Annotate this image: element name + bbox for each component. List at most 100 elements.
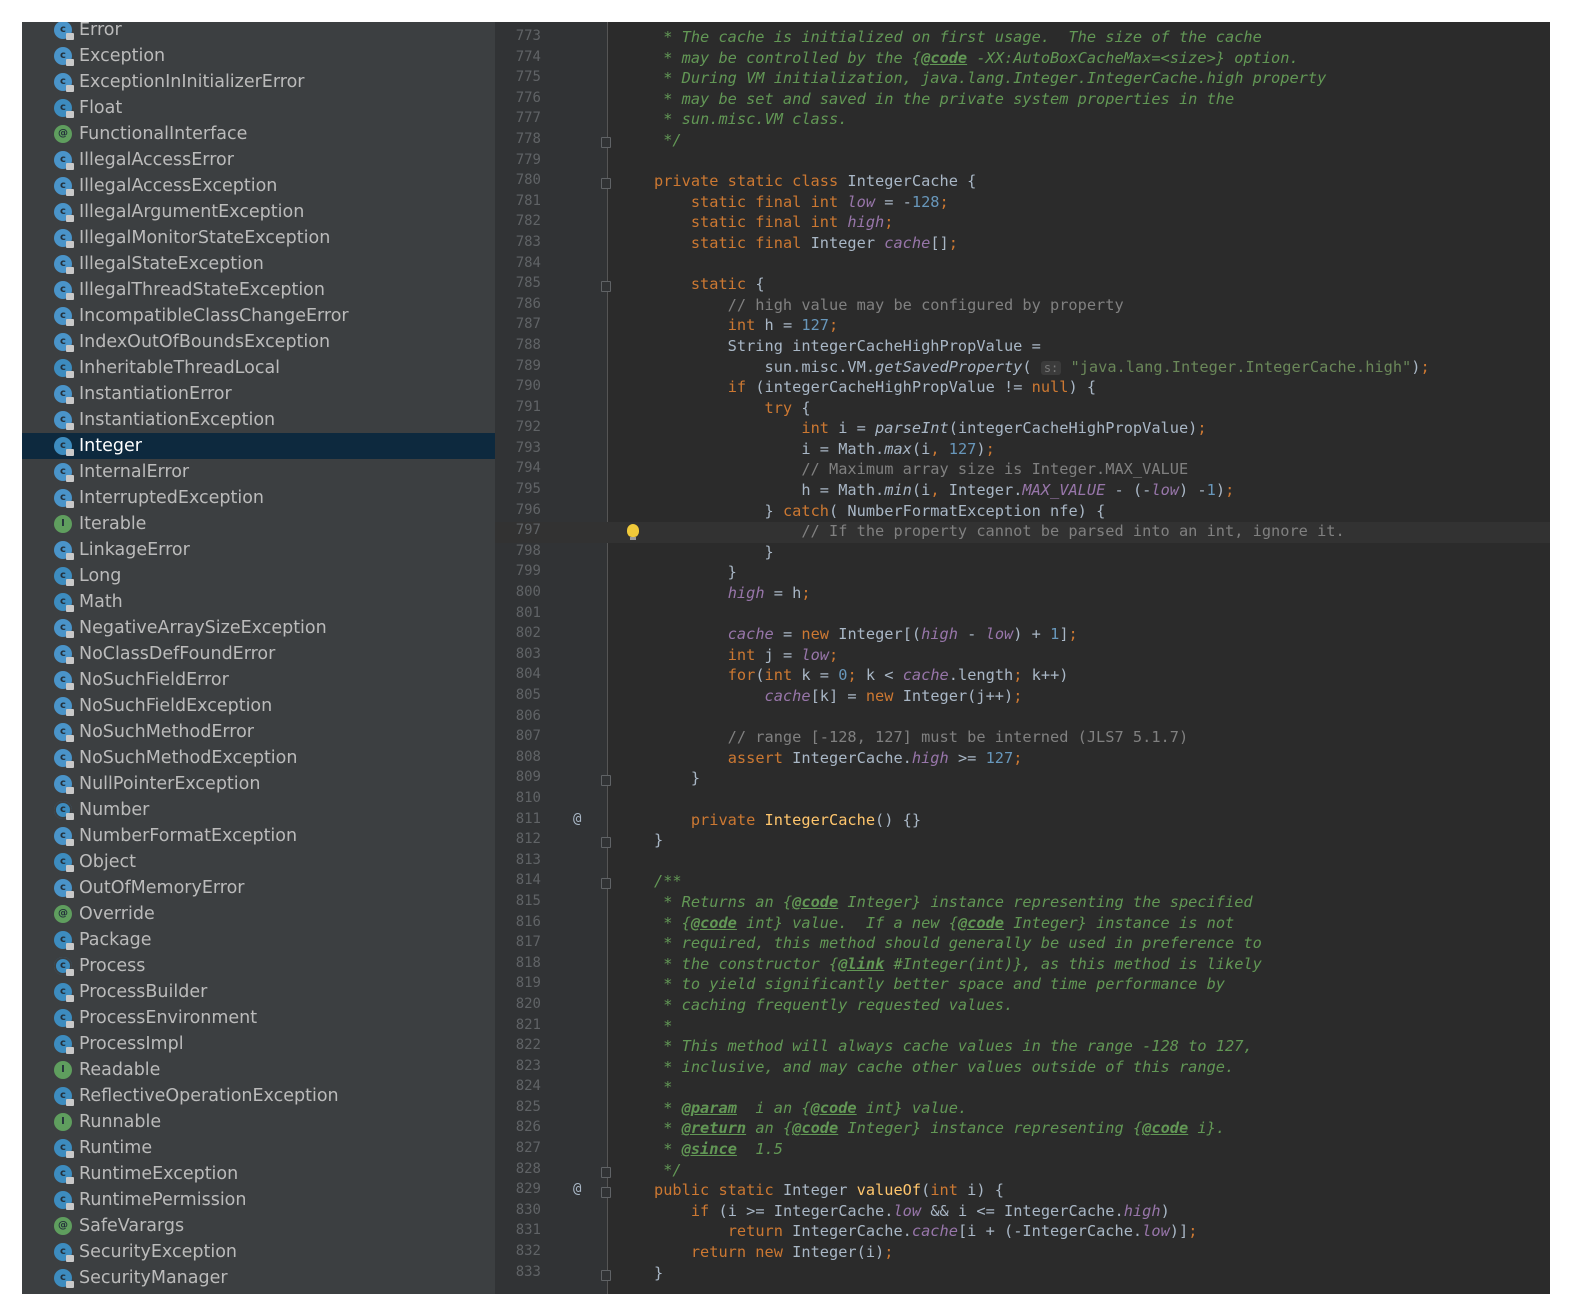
code-line[interactable]: 822 * This method will always cache valu…: [495, 1037, 1550, 1058]
fold-toggle-icon[interactable]: [601, 1166, 611, 1178]
code-line[interactable]: 817 * required, this method should gener…: [495, 934, 1550, 955]
tree-item-securityexception[interactable]: c SecurityException: [22, 1239, 495, 1265]
code-line[interactable]: 803 int j = low;: [495, 646, 1550, 667]
code-line[interactable]: 818 * the constructor {@link #Integer(in…: [495, 955, 1550, 976]
fold-toggle-icon[interactable]: [601, 1187, 611, 1199]
tree-item-long[interactable]: c Long: [22, 563, 495, 589]
code-line[interactable]: 776 * may be set and saved in the privat…: [495, 90, 1550, 111]
code-line[interactable]: 774 * may be controlled by the {@code -X…: [495, 49, 1550, 70]
code-line[interactable]: 833}: [495, 1264, 1550, 1285]
code-line[interactable]: 786 // high value may be configured by p…: [495, 296, 1550, 317]
code-line[interactable]: 814 /**: [495, 872, 1550, 893]
code-line[interactable]: 807 // range [-128, 127] must be interne…: [495, 728, 1550, 749]
code-line[interactable]: 831 return IntegerCache.cache[i + (-Inte…: [495, 1222, 1550, 1243]
tree-item-numberformatexception[interactable]: c NumberFormatException: [22, 823, 495, 849]
tree-item-instantiationerror[interactable]: c InstantiationError: [22, 381, 495, 407]
tree-item-runnable[interactable]: I Runnable: [22, 1109, 495, 1135]
code-line[interactable]: 827 * @since 1.5: [495, 1140, 1550, 1161]
tree-item-number[interactable]: c Number: [22, 797, 495, 823]
tree-item-exception[interactable]: c Exception: [22, 43, 495, 69]
code-line[interactable]: 808 assert IntegerCache.high >= 127;: [495, 749, 1550, 770]
tree-item-noclassdeffounderror[interactable]: c NoClassDefFoundError: [22, 641, 495, 667]
code-line[interactable]: 798 }: [495, 543, 1550, 564]
tree-item-illegalaccessexception[interactable]: c IllegalAccessException: [22, 173, 495, 199]
code-line[interactable]: 775 * During VM initialization, java.lan…: [495, 69, 1550, 90]
code-line[interactable]: 810: [495, 790, 1550, 811]
tree-item-error[interactable]: c Error: [22, 22, 495, 43]
tree-item-process[interactable]: c Process: [22, 953, 495, 979]
tree-item-functionalinterface[interactable]: @ FunctionalInterface: [22, 121, 495, 147]
tree-item-object[interactable]: c Object: [22, 849, 495, 875]
code-line[interactable]: 779: [495, 152, 1550, 173]
code-line[interactable]: 793 i = Math.max(i, 127);: [495, 440, 1550, 461]
code-line[interactable]: 780 private static class IntegerCache {: [495, 172, 1550, 193]
tree-item-math[interactable]: c Math: [22, 589, 495, 615]
tree-item-processimpl[interactable]: c ProcessImpl: [22, 1031, 495, 1057]
fold-toggle-icon[interactable]: [601, 281, 611, 293]
code-line[interactable]: 825 * @param i an {@code int} value.: [495, 1099, 1550, 1120]
tree-item-inheritablethreadlocal[interactable]: c InheritableThreadLocal: [22, 355, 495, 381]
lightbulb-icon[interactable]: [627, 524, 639, 541]
code-line[interactable]: 783 static final Integer cache[];: [495, 234, 1550, 255]
code-line[interactable]: 787 int h = 127;: [495, 316, 1550, 337]
code-line[interactable]: 788 String integerCacheHighPropValue =: [495, 337, 1550, 358]
code-line[interactable]: 806: [495, 708, 1550, 729]
fold-toggle-icon[interactable]: [601, 837, 611, 849]
tree-item-illegalmonitorstateexception[interactable]: c IllegalMonitorStateException: [22, 225, 495, 251]
code-line[interactable]: 802 cache = new Integer[(high - low) + 1…: [495, 625, 1550, 646]
code-line[interactable]: 792 int i = parseInt(integerCacheHighPro…: [495, 419, 1550, 440]
code-line[interactable]: 794 // Maximum array size is Integer.MAX…: [495, 460, 1550, 481]
tree-item-outofmemoryerror[interactable]: c OutOfMemoryError: [22, 875, 495, 901]
tree-item-instantiationexception[interactable]: c InstantiationException: [22, 407, 495, 433]
code-line[interactable]: 805 cache[k] = new Integer(j++);: [495, 687, 1550, 708]
code-line[interactable]: 819 * to yield significantly better spac…: [495, 975, 1550, 996]
code-line[interactable]: 785 static {: [495, 275, 1550, 296]
tree-item-illegalaccesserror[interactable]: c IllegalAccessError: [22, 147, 495, 173]
tree-item-illegalthreadstateexception[interactable]: c IllegalThreadStateException: [22, 277, 495, 303]
tree-item-float[interactable]: c Float: [22, 95, 495, 121]
tree-item-runtimeexception[interactable]: c RuntimeException: [22, 1161, 495, 1187]
code-line[interactable]: 826 * @return an {@code Integer} instanc…: [495, 1119, 1550, 1140]
tree-item-readable[interactable]: I Readable: [22, 1057, 495, 1083]
fold-toggle-icon[interactable]: [601, 1269, 611, 1281]
code-line[interactable]: 781 static final int low = -128;: [495, 193, 1550, 214]
tree-item-nosuchfieldexception[interactable]: c NoSuchFieldException: [22, 693, 495, 719]
tree-item-package[interactable]: c Package: [22, 927, 495, 953]
tree-item-illegalargumentexception[interactable]: c IllegalArgumentException: [22, 199, 495, 225]
tree-item-internalerror[interactable]: c InternalError: [22, 459, 495, 485]
code-line[interactable]: 784: [495, 255, 1550, 276]
tree-item-safevarargs[interactable]: @ SafeVarargs: [22, 1213, 495, 1239]
code-line[interactable]: 778 */: [495, 131, 1550, 152]
tree-item-interruptedexception[interactable]: c InterruptedException: [22, 485, 495, 511]
code-line[interactable]: 773 * The cache is initialized on first …: [495, 28, 1550, 49]
code-line[interactable]: 795 h = Math.min(i, Integer.MAX_VALUE - …: [495, 481, 1550, 502]
fold-toggle-icon[interactable]: [601, 136, 611, 148]
code-line[interactable]: 823 * inclusive, and may cache other val…: [495, 1058, 1550, 1079]
tree-item-runtime[interactable]: c Runtime: [22, 1135, 495, 1161]
tree-item-negativearraysizeexception[interactable]: c NegativeArraySizeException: [22, 615, 495, 641]
code-line[interactable]: 815 * Returns an {@code Integer} instanc…: [495, 893, 1550, 914]
tree-item-processenvironment[interactable]: c ProcessEnvironment: [22, 1005, 495, 1031]
code-line[interactable]: 791 try {: [495, 399, 1550, 420]
code-line[interactable]: 828 */: [495, 1161, 1550, 1182]
code-line[interactable]: 811 @ private IntegerCache() {}: [495, 811, 1550, 832]
tree-item-iterable[interactable]: I Iterable: [22, 511, 495, 537]
tree-item-reflectiveoperationexception[interactable]: c ReflectiveOperationException: [22, 1083, 495, 1109]
code-line[interactable]: 797 // If the property cannot be parsed …: [495, 522, 1550, 543]
code-line[interactable]: 824 *: [495, 1078, 1550, 1099]
tree-item-override[interactable]: @ Override: [22, 901, 495, 927]
tree-item-integer[interactable]: c Integer: [22, 433, 495, 459]
code-line[interactable]: 800 high = h;: [495, 584, 1550, 605]
method-marker-icon[interactable]: @: [573, 811, 581, 827]
code-line[interactable]: 789 sun.misc.VM.getSavedProperty( s: "ja…: [495, 358, 1550, 379]
code-line[interactable]: 830 if (i >= IntegerCache.low && i <= In…: [495, 1202, 1550, 1223]
code-line[interactable]: 809 }: [495, 769, 1550, 790]
code-line[interactable]: 782 static final int high;: [495, 213, 1550, 234]
tree-item-nosuchfielderror[interactable]: c NoSuchFieldError: [22, 667, 495, 693]
tree-item-nosuchmethodexception[interactable]: c NoSuchMethodException: [22, 745, 495, 771]
fold-toggle-icon[interactable]: [601, 878, 611, 890]
tree-item-illegalstateexception[interactable]: c IllegalStateException: [22, 251, 495, 277]
code-line[interactable]: 799 }: [495, 563, 1550, 584]
tree-item-nullpointerexception[interactable]: c NullPointerException: [22, 771, 495, 797]
tree-item-indexoutofboundsexception[interactable]: c IndexOutOfBoundsException: [22, 329, 495, 355]
